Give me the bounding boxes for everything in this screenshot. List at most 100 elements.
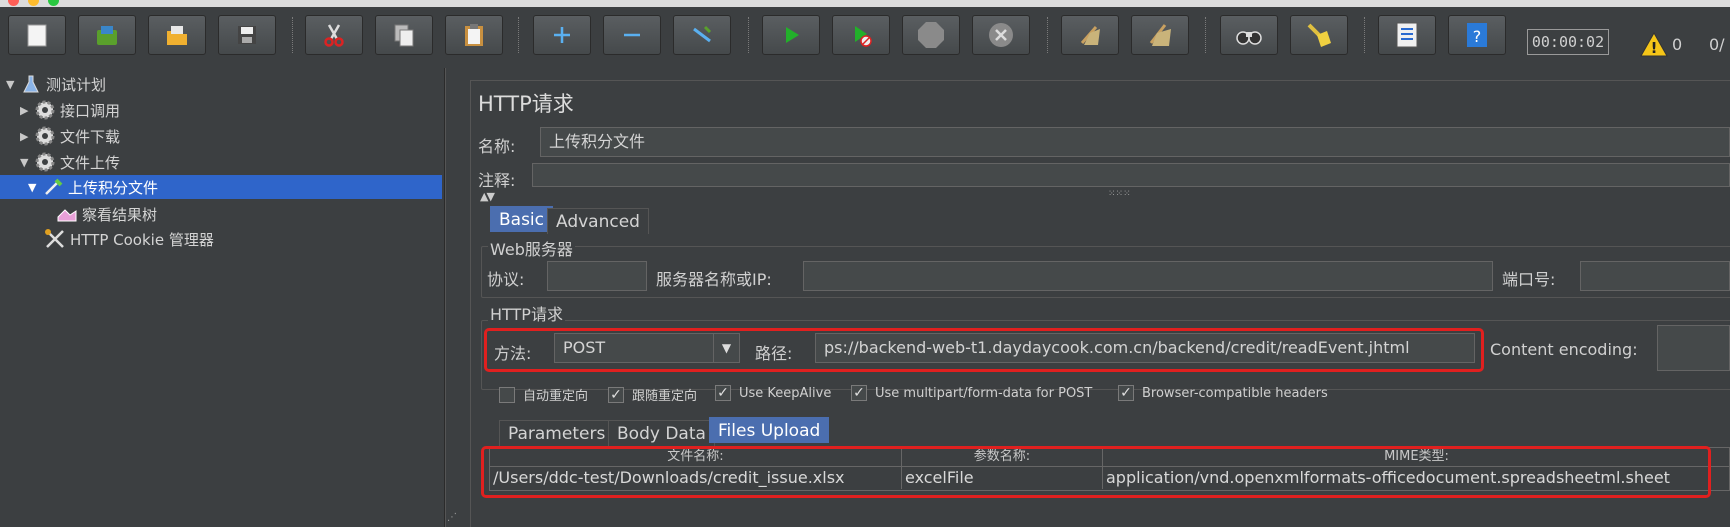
tree-item-api-call[interactable]: ▶ 接口调用 <box>20 98 440 122</box>
warning-icon[interactable]: ! <box>1640 31 1668 57</box>
content-encoding-label: Content encoding: <box>1490 340 1638 359</box>
function-helper-icon <box>1396 22 1418 48</box>
content-encoding-input[interactable] <box>1657 325 1730 371</box>
comment-label: 注释: <box>478 171 516 190</box>
tree-item-label: 测试计划 <box>46 75 107 94</box>
clear-all-button[interactable] <box>1131 15 1189 55</box>
stop-button[interactable] <box>902 15 960 55</box>
cut-icon <box>324 24 344 47</box>
tree-item-cookie-manager[interactable]: HTTP Cookie 管理器 <box>44 227 436 251</box>
active-threads-ratio: 0/ <box>1709 35 1725 54</box>
use-multipart-checkbox[interactable]: ✓ Use multipart/form-data for POST <box>851 385 1092 401</box>
browser-compatible-headers-checkbox[interactable]: ✓ Browser-compatible headers <box>1118 385 1328 401</box>
help-icon: ? <box>1467 23 1487 47</box>
new-icon <box>27 24 47 47</box>
tab-basic[interactable]: Basic <box>490 206 554 232</box>
collapse-arrows-icon[interactable]: ▲▼ <box>480 190 495 203</box>
tree-item-label: 察看结果树 <box>82 205 158 224</box>
tab-advanced[interactable]: Advanced <box>547 208 649 234</box>
tree-item-file-download[interactable]: ▶ 文件下载 <box>20 124 440 148</box>
checkmark-icon: ✓ <box>1118 385 1134 401</box>
templates-button[interactable] <box>78 15 136 55</box>
shutdown-button[interactable] <box>972 15 1030 55</box>
protocol-input[interactable] <box>547 261 647 291</box>
help-button[interactable]: ? <box>1448 15 1506 55</box>
name-label: 名称: <box>478 137 516 156</box>
toolbar-separator <box>292 17 293 53</box>
paste-button[interactable] <box>445 15 503 55</box>
tree-item-view-results-tree[interactable]: 察看结果树 <box>56 202 436 226</box>
open-button[interactable] <box>148 15 206 55</box>
resize-grip-icon[interactable]: ⋰ <box>447 512 457 523</box>
collapse-all-button[interactable] <box>603 15 661 55</box>
web-server-group-title: Web服务器 <box>488 236 575 260</box>
expand-all-button[interactable] <box>533 15 591 55</box>
svg-text:!: ! <box>1651 39 1658 57</box>
checkbox-label: Use multipart/form-data for POST <box>875 385 1093 401</box>
toggle-icon <box>693 25 712 43</box>
save-button[interactable] <box>218 15 276 55</box>
expand-icon <box>554 27 570 43</box>
elapsed-timer: 00:00:02 <box>1527 29 1609 55</box>
copy-button[interactable] <box>375 15 433 55</box>
open-icon <box>167 26 187 45</box>
function-helper-button[interactable] <box>1378 15 1436 55</box>
auto-redirect-checkbox[interactable]: 自动重定向 <box>499 385 588 404</box>
toggle-button[interactable] <box>673 15 731 55</box>
stop-icon <box>918 22 944 48</box>
paste-icon <box>465 24 483 46</box>
tab-parameters[interactable]: Parameters <box>499 420 615 446</box>
comment-input[interactable] <box>532 163 1730 187</box>
server-name-input[interactable] <box>803 261 1493 291</box>
minimize-window-button[interactable] <box>28 0 39 6</box>
caret-down-icon[interactable]: ▼ <box>20 156 34 169</box>
main-toolbar: ? 00:00:02 ! 0 0/ <box>0 7 1730 62</box>
server-name-label: 服务器名称或IP: <box>656 270 772 289</box>
start-button[interactable] <box>762 15 820 55</box>
method-path-highlight <box>484 328 1484 372</box>
start-icon <box>786 27 799 43</box>
thread-group-gear-icon <box>34 152 56 172</box>
checkmark-icon: ✓ <box>851 385 867 401</box>
tree-item-file-upload[interactable]: ▼ 文件上传 <box>20 150 440 174</box>
follow-redirects-checkbox[interactable]: ✓ 跟随重定向 <box>608 385 697 404</box>
tab-files-upload[interactable]: Files Upload <box>709 417 830 443</box>
start-no-pauses-button[interactable] <box>832 15 890 55</box>
cut-button[interactable] <box>305 15 363 55</box>
sampler-pipette-icon <box>42 177 64 197</box>
caret-down-icon[interactable]: ▼ <box>28 181 42 194</box>
use-keepalive-checkbox[interactable]: ✓ Use KeepAlive <box>715 385 831 401</box>
tree-item-label: 文件上传 <box>60 153 121 172</box>
warning-count: 0 <box>1672 35 1683 54</box>
name-input[interactable]: 上传积分文件 <box>540 127 1730 157</box>
toolbar-separator <box>1205 17 1206 53</box>
reset-search-button[interactable] <box>1290 15 1348 55</box>
clear-icon <box>1080 26 1100 45</box>
files-table-highlight <box>481 446 1711 498</box>
new-button[interactable] <box>8 15 66 55</box>
toolbar-separator <box>518 17 519 53</box>
page-title: HTTP请求 <box>478 92 574 116</box>
zoom-window-button[interactable] <box>48 0 59 6</box>
tree-item-test-plan[interactable]: ▼ 测试计划 <box>6 72 436 96</box>
checkmark-icon: ✓ <box>715 385 731 401</box>
collapse-icon <box>624 33 640 37</box>
search-button[interactable] <box>1220 15 1278 55</box>
clear-button[interactable] <box>1061 15 1119 55</box>
start-no-pause-icon <box>855 26 872 47</box>
templates-icon <box>97 26 117 45</box>
caret-right-icon[interactable]: ▶ <box>20 104 34 117</box>
caret-right-icon[interactable]: ▶ <box>20 130 34 143</box>
port-input[interactable] <box>1580 261 1730 291</box>
close-window-button[interactable] <box>8 0 19 6</box>
checkmark-icon: ✓ <box>608 386 624 403</box>
tab-body-data[interactable]: Body Data <box>608 420 715 446</box>
caret-down-icon[interactable]: ▼ <box>6 78 20 91</box>
flask-icon <box>20 74 42 94</box>
tree-item-label: 文件下载 <box>60 127 121 146</box>
clear-all-icon <box>1149 24 1171 46</box>
drag-handle-icon[interactable]: ⁙⁙⁙ <box>1108 189 1131 199</box>
save-icon <box>238 26 256 44</box>
panel-splitter[interactable] <box>445 68 457 527</box>
tree-item-upload-credit-file[interactable]: ▼ 上传积分文件 <box>0 175 442 199</box>
